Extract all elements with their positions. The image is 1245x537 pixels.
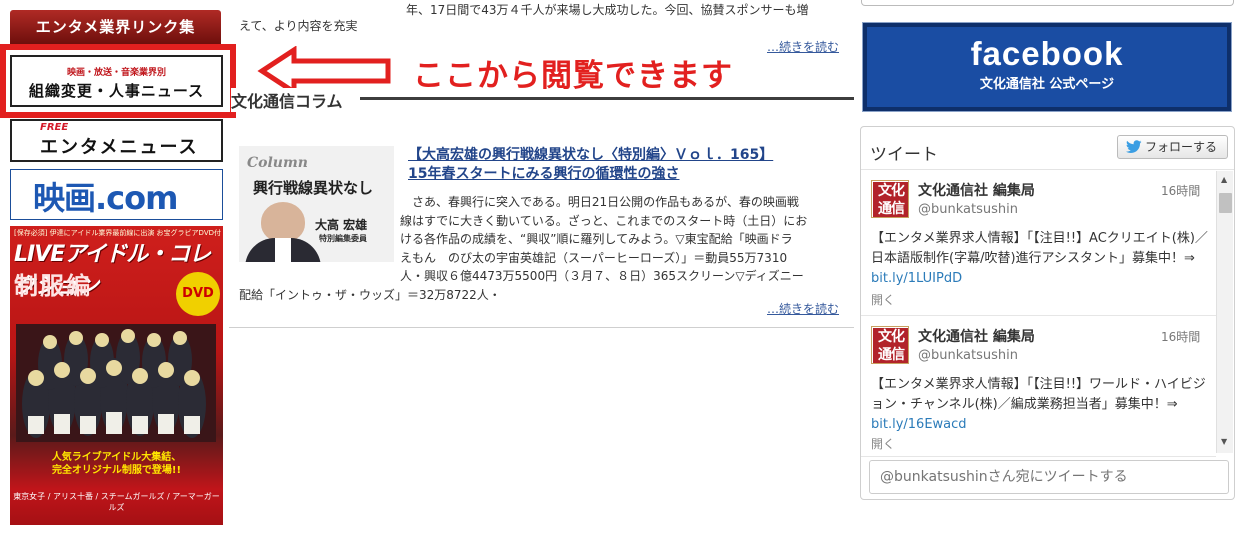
tweet-author-handle[interactable]: @bunkatsushin — [918, 348, 1018, 363]
twitter-bird-icon — [1126, 140, 1142, 153]
tweet-link[interactable]: bit.ly/16Ewacd — [871, 417, 967, 432]
book-tagline-1: 人気ライブアイドル大集結、 — [51, 452, 182, 463]
entame-news-banner-title: エンタメニュース — [40, 137, 199, 158]
twitter-widget: ツイート フォローする 文化 通信 文化通信社 編集局 @bunkatsushi… — [860, 126, 1235, 500]
avatar-bottom: 通信 — [873, 200, 908, 217]
tweet-expand-link[interactable]: 開く — [871, 291, 895, 308]
tweet-text-body: 【エンタメ業界求人情報】「【注目!!】ACクリエイト(株)／日本語版制作(字幕/… — [871, 231, 1208, 266]
section-divider — [360, 97, 854, 100]
scroll-down-icon[interactable]: ▼ — [1221, 437, 1227, 446]
idol-group-photo — [16, 324, 216, 442]
avatar-bottom: 通信 — [873, 346, 908, 363]
tweet-text: 【エンタメ業界求人情報】「【注目!!】ACクリエイト(株)／日本語版制作(字幕/… — [871, 229, 1209, 289]
twitter-widget-title: ツイート — [870, 145, 938, 165]
article-divider — [229, 327, 854, 328]
tweet-scrollbar[interactable]: ▲ ▼ — [1216, 171, 1233, 453]
avatar[interactable]: 文化 通信 — [871, 326, 909, 364]
book-ad[interactable]: [保存必須] 伊達にアイドル業界最前線に出演 お宝グラビアDVD付 LIVEアイ… — [10, 226, 223, 525]
eiga-com-logo: 映画.com — [33, 179, 178, 217]
avatar-top: 文化 — [873, 328, 908, 346]
article-body: さあ、春興行に突入である。明日21日公開の作品もあるが、春の映画戦 線はすでに大… — [239, 193, 850, 304]
article-title-link[interactable]: 【大高宏雄の興行戦線異状なし〈特別編〉Ｖｏｌ．165】 15年春スタートにみる興… — [408, 146, 848, 184]
section-title: 文化通信コラム — [231, 88, 351, 112]
article-body-line: さあ、春興行に突入である。明日21日公開の作品もあるが、春の映画戦 — [400, 195, 799, 209]
eiga-com-banner[interactable]: 映画.com — [10, 169, 223, 220]
book-tagline-2: 完全オリジナル制服で登場!! — [51, 465, 182, 476]
read-more-link-2[interactable]: …続きを読む — [767, 300, 839, 317]
article-body-line: 配給「イントゥ・ザ・ウッズ」＝32万8722人・ — [239, 287, 501, 302]
previous-widget-edge — [861, 0, 1234, 6]
read-more-link-1[interactable]: …続きを読む — [767, 38, 839, 55]
tweet-item[interactable]: 文化 通信 文化通信社 編集局 @bunkatsushin 16時間 【エンタメ… — [861, 317, 1216, 457]
twitter-widget-header: ツイート フォローする — [861, 127, 1234, 170]
facebook-banner[interactable]: facebook 文化通信社 公式ページ — [862, 22, 1232, 112]
tweet-item[interactable]: 文化 通信 文化通信社 編集局 @bunkatsushin 16時間 【エンタメ… — [861, 171, 1216, 316]
tweet-text-body: 【エンタメ業界求人情報】「【注目!!】ワールド・ハイビジョン・チャンネル(株)／… — [871, 377, 1206, 412]
highlight-frame — [0, 44, 236, 118]
prev-snippet-left: えて、より内容を充実 — [239, 19, 358, 33]
entame-news-banner[interactable]: FREE エンタメニュース — [10, 119, 223, 162]
book-tagline: 人気ライブアイドル大集結、 完全オリジナル制服で登場!! — [10, 451, 223, 477]
tweet-compose-input[interactable] — [869, 460, 1229, 494]
book-subtitle: 制服編 — [14, 272, 92, 300]
avatar[interactable]: 文化 通信 — [871, 180, 909, 218]
tweet-author-handle[interactable]: @bunkatsushin — [918, 202, 1018, 217]
article-body-line: 人・興収６億4473万5500円（３月７、８日）365スクリーン▽ディズニー — [400, 269, 804, 283]
follow-button[interactable]: フォローする — [1117, 135, 1228, 159]
article-title-line-2: 15年春スタートにみる興行の循環性の強さ — [408, 166, 680, 182]
tweet-author-name[interactable]: 文化通信社 編集局 — [918, 180, 1035, 200]
column-label: Column — [247, 155, 308, 171]
article-body-line: 線はすでに大きく動いている。ざっと、これまでのスタート時（土日）にお — [400, 213, 808, 228]
article-title-line-1: 【大高宏雄の興行戦線異状なし〈特別編〉Ｖｏｌ．165】 — [408, 147, 774, 163]
scroll-up-icon[interactable]: ▲ — [1221, 175, 1227, 184]
free-label: FREE — [40, 122, 69, 133]
article-body-line: えもん のび太の宇宙英雄記（スーパーヒーローズ）」＝動員55万7310 — [400, 250, 788, 265]
tweet-timestamp[interactable]: 16時間 — [1161, 182, 1200, 199]
avatar-top: 文化 — [873, 182, 908, 200]
book-names: 東京女子 / アリス十番 / スチームガールズ / アーマーガールズ — [13, 492, 220, 512]
article-body-line: ける各作品の成績を、“興収”順に羅列してみよう。▽東宝配給「映画ドラ — [400, 232, 793, 246]
scrollbar-thumb[interactable] — [1219, 193, 1232, 213]
sidebar-header: エンタメ業界リンク集 — [10, 10, 221, 44]
tweet-text: 【エンタメ業界求人情報】「【注目!!】ワールド・ハイビジョン・チャンネル(株)／… — [871, 375, 1209, 435]
tweet-link[interactable]: bit.ly/1LUIPdD — [871, 271, 962, 286]
prev-snippet-right: 年、17日間で43万４千人が来場し大成功した。今回、協賛スポンサーも増 — [406, 3, 809, 17]
tweet-author-name[interactable]: 文化通信社 編集局 — [918, 326, 1035, 346]
facebook-logo: facebook — [970, 35, 1124, 72]
facebook-subtitle: 文化通信社 公式ページ — [979, 77, 1115, 92]
dvd-badge: DVD — [176, 272, 220, 316]
follow-button-label: フォローする — [1145, 140, 1218, 154]
tweet-expand-link[interactable]: 開く — [871, 435, 895, 452]
tweet-timestamp[interactable]: 16時間 — [1161, 328, 1200, 345]
callout-text: ここから閲覧できます — [413, 58, 733, 94]
